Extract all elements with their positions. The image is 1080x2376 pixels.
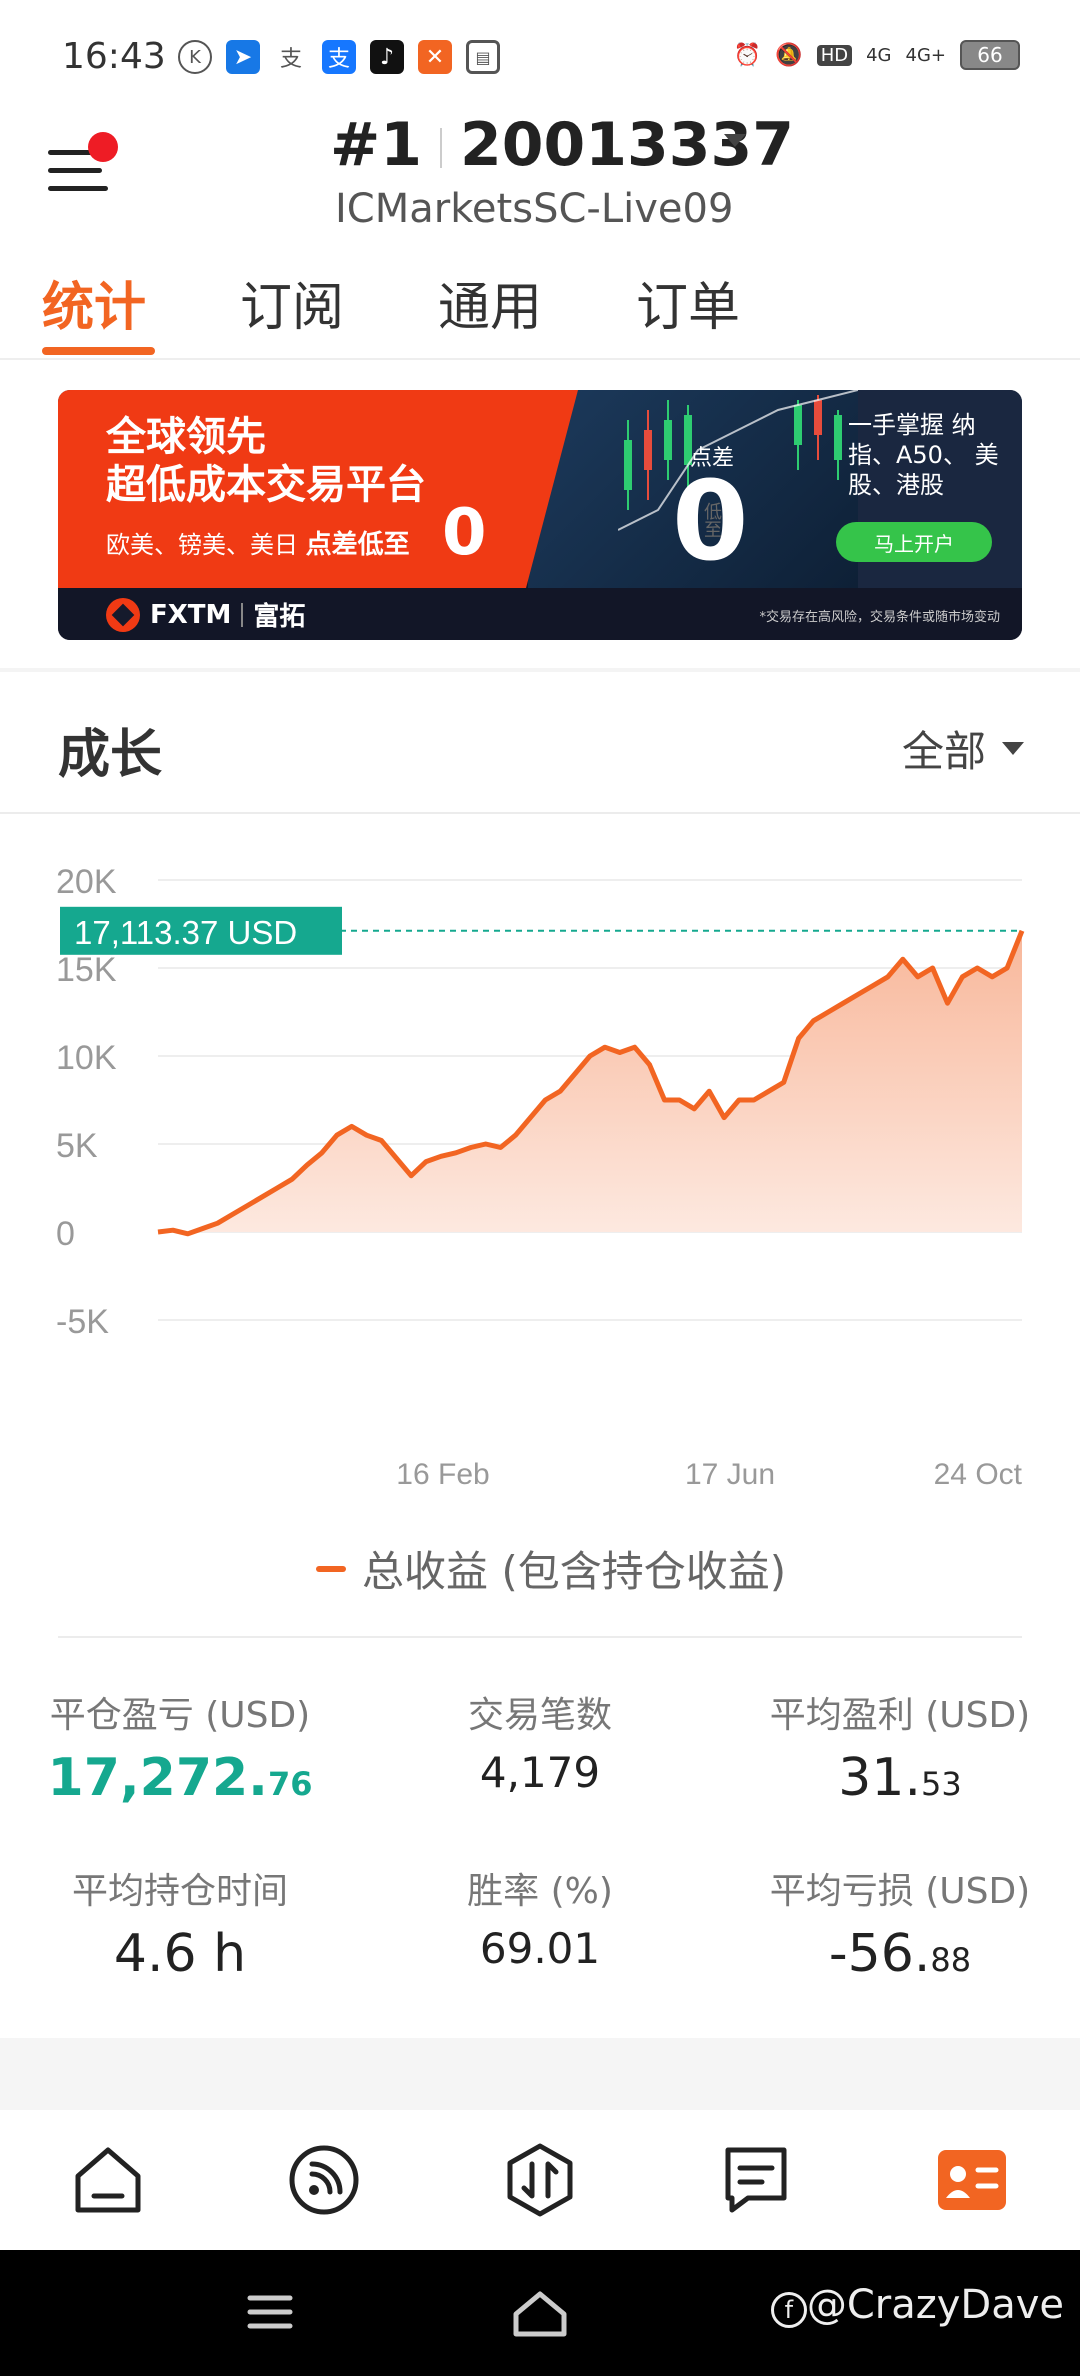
alipay-blue-icon: 支 [322,40,356,74]
current-value-label: 17,113.37 USD [74,914,297,951]
signal-feed-icon[interactable] [286,2142,362,2218]
k-app-icon: K [178,40,212,74]
message-icon[interactable] [718,2142,794,2218]
notification-dot [88,132,118,162]
chevron-down-icon [1002,742,1024,755]
bottom-navigation [0,2110,1080,2250]
watermark: f @CrazyDave [770,2282,1064,2328]
legend-swatch [316,1565,346,1572]
x-tick-label: 24 Oct [934,1458,1023,1491]
banner-di-zhi: 低至 [701,502,722,538]
period-filter-dropdown[interactable]: 全部 [902,718,1024,779]
tab-underline [42,347,155,355]
stat-label: 平均盈利 (USD) [769,1695,1031,1736]
growth-area [158,930,1022,1234]
stat-label: 平均亏损 (USD) [769,1871,1031,1912]
stat-value: 4,179 [479,1748,601,1797]
status-bar: 16:43 K ➤ 支 支 ♪ ✕ ▤ ⏰ 🔕 HD 4G 4G+ 66 [0,0,1080,110]
chart-legend: 总收益 (包含持仓收益) [316,1538,786,1599]
system-nav-bar: f @CrazyDave [0,2250,1080,2376]
network-4g-plus: 4G+ [905,44,946,66]
banner-headline-2: 超低成本交易平台 [106,462,426,508]
x-tick-label: 16 Feb [396,1458,489,1491]
stat-avg-profit: 平均盈利 (USD) 31.53 [720,1686,1080,1808]
notification-icons: K ➤ 支 支 ♪ ✕ ▤ [178,40,500,74]
fxtm-logo: FXTM 富拓 [106,596,305,633]
growth-chart[interactable]: 20K 15K 10K 5K 0 -5K 16 Feb 17 Jun 24 Oct 17,113… [0,820,1080,1520]
growth-divider [0,812,1080,814]
stat-value: -56.88 [828,1924,972,1984]
trade-swap-icon[interactable] [502,2142,578,2218]
y-tick-label: 10K [56,1039,117,1077]
facebook-icon: f [770,2292,807,2328]
arrow-app-icon: ➤ [226,40,260,74]
ad-banner[interactable]: 全球领先 超低成本交易平台 欧美、镑美、美日 点差低至 0 点差 0 低至 一手… [58,390,1022,640]
tab-orders[interactable]: 订单 [636,265,740,340]
period-filter-label: 全部 [901,727,986,776]
stat-value: 31.53 [838,1748,962,1808]
orange-app-icon: ✕ [418,40,452,74]
y-tick-label: 5K [56,1127,98,1165]
stat-avg-hold-time: 平均持仓时间 4.6 h [0,1862,360,1984]
recent-apps-icon[interactable] [246,2290,294,2334]
home-icon[interactable] [70,2142,146,2218]
fxtm-logo-icon [106,597,140,632]
status-right: ⏰ 🔕 HD 4G 4G+ 66 [734,40,1020,70]
tab-stats[interactable]: 统计 [42,265,146,340]
battery-icon: 66 [960,40,1020,70]
menu-button[interactable] [48,132,118,198]
tab-subscribe[interactable]: 订阅 [240,265,344,340]
x-tick-label: 17 Jun [685,1458,775,1491]
banner-right-text: 一手掌握 纳指、A50、 美股、港股 [848,411,999,499]
y-tick-label: 20K [56,863,117,901]
alipay-icon: 支 [279,47,302,72]
stats-divider [58,1636,1022,1638]
stat-value: 17,272.76 [47,1748,313,1808]
stat-value: 4.6 h [113,1924,247,1984]
stat-closed-pnl: 平仓盈亏 (USD) 17,272.76 [0,1686,360,1808]
stat-avg-loss: 平均亏损 (USD) -56.88 [720,1862,1080,1984]
stat-win-rate: 胜率 (%) 69.01 [360,1862,720,1973]
stat-label: 交易笔数 [467,1695,612,1736]
calendar-icon: ▤ [466,40,500,74]
y-tick-label: 0 [56,1215,75,1253]
stat-trade-count: 交易笔数 4,179 [360,1686,720,1797]
y-tick-label: 15K [56,951,117,989]
nav-separator [0,2038,1080,2110]
legend-label: 总收益 (包含持仓收益) [362,1547,787,1596]
account-rank: #1 [330,110,423,180]
banner-disclaimer: *交易存在高风险，交易条件或随市场变动 [759,610,1000,625]
tab-bar: 统计 订阅 通用 订单 [0,265,1080,360]
section-divider [0,668,1080,672]
hd-badge: HD [816,44,853,66]
mute-icon: 🔕 [775,42,803,68]
alarm-icon: ⏰ [733,42,762,68]
status-time: 16:43 [62,36,166,77]
stat-label: 平均持仓时间 [71,1871,288,1912]
y-tick-label: -5K [56,1303,109,1341]
growth-title: 成长 [58,725,163,785]
network-4g: 4G [866,44,892,66]
banner-zero: 0 [442,496,487,570]
stat-value: 69.01 [479,1924,601,1973]
tab-general[interactable]: 通用 [438,265,542,340]
tiktok-icon: ♪ [370,40,404,74]
profile-card-icon[interactable] [934,2142,1010,2218]
banner-subtext: 欧美、镑美、美日 点差低至 [106,530,410,560]
open-account-button[interactable]: 马上开户 [836,522,992,562]
chevron-down-icon[interactable] [724,134,746,147]
server-name: ICMarketsSC-Live09 [335,186,734,232]
stat-label: 胜率 (%) [467,1871,613,1912]
stat-label: 平仓盈亏 (USD) [49,1695,311,1736]
system-home-icon[interactable] [512,2290,568,2338]
